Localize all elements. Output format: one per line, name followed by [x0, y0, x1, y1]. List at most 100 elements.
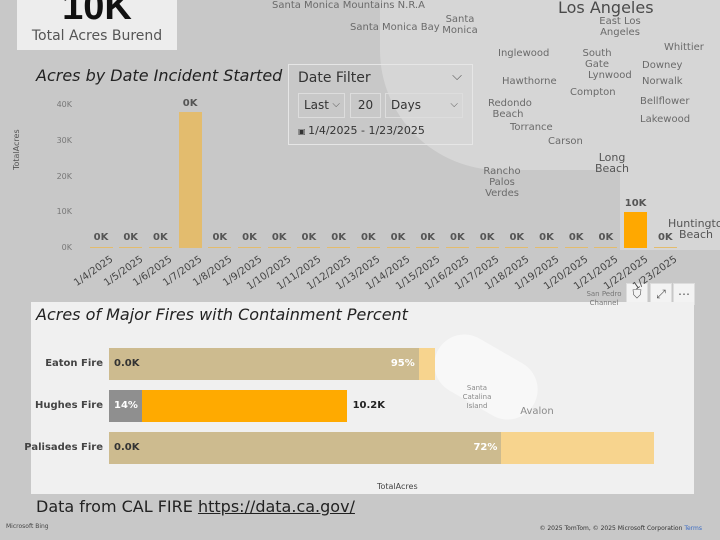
- map-label: Los Angeles: [558, 0, 654, 17]
- map-label: Torrance: [510, 122, 553, 133]
- data-label: 0K: [212, 232, 228, 243]
- y-tick: 10K: [56, 207, 72, 217]
- map-label: Santa Catalina Island: [462, 384, 492, 410]
- bar[interactable]: [445, 247, 469, 248]
- data-label: 0K: [420, 232, 436, 243]
- mode-dropdown[interactable]: Last ⌵: [298, 93, 345, 118]
- left-label: 0.0K: [114, 442, 140, 453]
- data-label: 0K: [479, 232, 495, 243]
- kpi-label: Total Acres Burend: [31, 28, 163, 44]
- data-label: 0K: [390, 232, 406, 243]
- data-label: 0K: [123, 232, 139, 243]
- x-axis-label: TotalAcres: [377, 482, 418, 491]
- bar[interactable]: [238, 247, 261, 248]
- date-range-text: 1/4/2025 - 1/23/2025: [308, 124, 425, 137]
- map-copyright: © 2025 TomTom, © 2025 Microsoft Corporat…: [539, 525, 702, 532]
- chevron-down-icon[interactable]: ⌵: [452, 69, 462, 84]
- map-label: East Los Angeles: [599, 16, 641, 38]
- left-label: 14%: [114, 400, 138, 411]
- containment-chart-title: Acres of Major Fires with Containment Pe…: [36, 305, 408, 324]
- data-label: 0K: [657, 232, 673, 243]
- data-label: 0K: [331, 232, 346, 243]
- calendar-icon: ▣: [298, 127, 309, 136]
- unit-dropdown[interactable]: Days ⌵: [385, 93, 463, 118]
- map-label: San Pedro Channel: [586, 290, 622, 307]
- category-label: Eaton Fire: [45, 358, 103, 369]
- bar[interactable]: [267, 247, 291, 248]
- data-label: 0K: [539, 232, 554, 243]
- map-label: Lakewood: [640, 114, 691, 125]
- map-label: Redondo Beach: [488, 98, 532, 120]
- chevron-down-icon: ⌵: [332, 99, 340, 110]
- bar[interactable]: [356, 247, 380, 248]
- category-label: Hughes Fire: [35, 400, 103, 411]
- bar[interactable]: [178, 112, 202, 248]
- right-label: 10.2K: [352, 400, 385, 411]
- y-tick: 20K: [56, 171, 72, 181]
- data-label: 0K: [568, 232, 584, 243]
- map-label: Lynwood: [588, 70, 632, 81]
- data-label: 10K: [624, 198, 647, 210]
- terms-link[interactable]: Terms: [684, 525, 702, 532]
- map-label: South Gate: [582, 48, 612, 70]
- y-axis-label: TotalAcres: [12, 129, 21, 170]
- map-label: Santa Monica: [442, 14, 478, 36]
- bar[interactable]: [535, 247, 558, 248]
- category-label: Palisades Fire: [24, 442, 103, 453]
- total-acres-bar[interactable]: [109, 390, 347, 422]
- map-label: Downey: [642, 60, 683, 71]
- data-label: 0K: [271, 232, 287, 243]
- data-label: 0K: [153, 232, 168, 243]
- bar[interactable]: [505, 247, 529, 248]
- right-label: 95%: [390, 358, 415, 369]
- left-label: 0.0K: [114, 358, 140, 369]
- date-filter-slicer[interactable]: Date Filter ⌵ Last ⌵ 20 Days ⌵ ▣ 1/4/2025 …: [288, 64, 473, 145]
- kpi-card[interactable]: 10K Total Acres Burend: [17, 0, 177, 50]
- map-label: Long Beach: [594, 151, 630, 175]
- filter-title: Date Filter: [298, 70, 371, 86]
- containment-bar[interactable]: [109, 432, 502, 464]
- containment-chart-panel[interactable]: Acres of Major Fires with Containment Pe…: [24, 302, 694, 494]
- bar[interactable]: [416, 247, 440, 248]
- bar[interactable]: [624, 212, 648, 248]
- mode-value: Last: [304, 98, 329, 112]
- bar[interactable]: [148, 247, 172, 248]
- map-label: Norwalk: [642, 76, 683, 87]
- map-label: Inglewood: [498, 48, 550, 59]
- data-label: 0K: [360, 232, 376, 243]
- footer-text: Data from CAL FIRE https://data.ca.gov/: [36, 497, 355, 516]
- data-label: 0K: [242, 232, 257, 243]
- bar[interactable]: [297, 247, 321, 248]
- count-input[interactable]: 20: [350, 93, 381, 118]
- bar[interactable]: [653, 247, 677, 248]
- data-label: 0K: [301, 232, 317, 243]
- right-label: 72%: [473, 442, 498, 453]
- map-label: Santa Monica Mountains N.R.A: [272, 0, 425, 11]
- bar[interactable]: [386, 247, 410, 248]
- bar[interactable]: [208, 247, 232, 248]
- bar[interactable]: [119, 247, 143, 248]
- chevron-down-icon: ⌵: [450, 99, 458, 110]
- bar[interactable]: [475, 247, 499, 248]
- kpi-value: 10K: [62, 0, 132, 28]
- map-label: Whittier: [664, 42, 704, 53]
- date-range[interactable]: ▣ 1/4/2025 - 1/23/2025: [298, 124, 425, 137]
- map-label: Santa Monica Bay: [350, 22, 440, 33]
- date-chart-title: Acres by Date Incident Started: [36, 66, 283, 85]
- containment-bar[interactable]: [109, 348, 419, 380]
- data-label: 0K: [509, 232, 525, 243]
- map-label: Bellflower: [640, 96, 690, 107]
- map-label: Carson: [548, 136, 583, 147]
- bing-logo: Microsoft Bing: [6, 523, 49, 530]
- source-link[interactable]: https://data.ca.gov/: [198, 497, 355, 516]
- bar[interactable]: [564, 247, 588, 248]
- data-label: 0K: [450, 232, 465, 243]
- bar[interactable]: [594, 247, 618, 248]
- bar[interactable]: [327, 247, 351, 248]
- unit-value: Days: [391, 98, 421, 112]
- map-label: Rancho Palos Verdes: [483, 166, 521, 199]
- data-label: 0K: [182, 98, 198, 110]
- y-tick: 40K: [56, 100, 72, 109]
- bar[interactable]: [89, 247, 113, 248]
- map-label: Hawthorne: [502, 76, 557, 87]
